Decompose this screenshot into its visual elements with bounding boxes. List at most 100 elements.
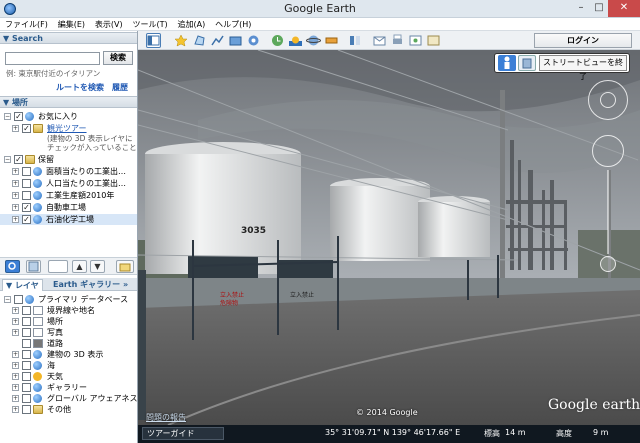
expand-toggle[interactable]: − [4,156,11,163]
path-icon[interactable] [210,33,225,48]
expand-toggle[interactable]: + [12,329,19,336]
gallery-more-icon[interactable]: » [120,279,131,291]
planets-icon[interactable] [306,33,321,48]
expand-toggle[interactable]: − [4,296,11,303]
look-center-icon[interactable] [600,92,616,108]
pegman-icon[interactable] [498,55,516,71]
checkbox-checked-icon[interactable]: ✓ [14,112,23,121]
tab-earth-gallery[interactable]: Earth ギャラリー [50,279,123,291]
checkbox-unchecked-icon[interactable] [14,295,23,304]
expand-toggle[interactable]: + [12,180,19,187]
checkbox-unchecked-icon[interactable] [22,306,31,315]
menu-tools[interactable]: ツール(T) [130,18,169,31]
expand-toggle[interactable]: + [12,125,19,132]
checkbox-unchecked-icon[interactable] [22,328,31,337]
move-joystick[interactable] [592,135,624,167]
view-in-maps-icon[interactable] [408,33,423,48]
layers-item-borders[interactable]: + 境界線や地名 [0,305,137,316]
layers-item-global-awareness[interactable]: + グローバル アウェアネス [0,393,137,404]
expand-toggle[interactable]: + [12,216,19,223]
maximize-button[interactable]: □ [590,0,608,17]
close-button[interactable]: ✕ [608,0,640,17]
search-input[interactable] [5,52,100,65]
search-panel-header[interactable]: ▼ Search [0,32,137,44]
checkbox-unchecked-icon[interactable] [22,317,31,326]
checkbox-checked-icon[interactable]: ✓ [14,155,23,164]
image-overlay-icon[interactable] [228,33,243,48]
menu-add[interactable]: 追加(A) [176,18,208,31]
search-places-icon[interactable] [5,260,20,273]
layers-item-3d-buildings[interactable]: + 建物の 3D 表示 [0,349,137,360]
split-panel-icon[interactable] [26,260,41,273]
zoom-slider[interactable] [607,170,609,254]
expand-toggle[interactable]: + [12,307,19,314]
search-button[interactable]: 検索 [103,51,133,65]
checkbox-unchecked-icon[interactable] [22,167,31,176]
checkbox-unchecked-icon[interactable] [22,350,31,359]
tab-layers[interactable]: ▼ レイヤ [2,279,43,291]
layers-item-more[interactable]: + その他 [0,404,137,415]
exit-street-view-button[interactable]: ストリートビューを終了 [539,55,627,81]
menu-edit[interactable]: 編集(E) [56,18,87,31]
checkbox-checked-icon[interactable]: ✓ [22,215,31,224]
menu-help[interactable]: ヘルプ(H) [213,18,253,31]
ground-view-icon[interactable] [518,55,536,71]
layers-item-places[interactable]: + 場所 [0,316,137,327]
checkbox-checked-icon[interactable]: ✓ [22,203,31,212]
layers-item-photos[interactable]: + 写真 [0,327,137,338]
route-search-link[interactable]: ルートを検索 [56,82,104,93]
expand-toggle[interactable]: − [4,113,11,120]
report-problem-link[interactable]: 問題の報告 [146,412,186,423]
places-item-industry-output-2010[interactable]: + 工業生産額2010年 [0,190,137,201]
menu-view[interactable]: 表示(V) [93,18,125,31]
login-button[interactable]: ログイン [534,33,632,48]
checkbox-unchecked-icon[interactable] [22,361,31,370]
layers-item-weather[interactable]: + 天気 [0,371,137,382]
checkbox-unchecked-icon[interactable] [22,372,31,381]
folder-add-icon[interactable] [116,260,134,273]
checkbox-unchecked-icon[interactable] [22,394,31,403]
expand-toggle[interactable]: + [12,192,19,199]
layers-item-ocean[interactable]: + 海 [0,360,137,371]
checkbox-unchecked-icon[interactable] [22,191,31,200]
checkbox-unchecked-icon[interactable] [22,405,31,414]
tour-record-icon[interactable] [246,33,261,48]
places-item-petrochemical-plants[interactable]: + ✓ 石油化学工場 [0,214,137,225]
earth-3d-view[interactable] [138,50,640,425]
expand-toggle[interactable]: + [12,362,19,369]
expand-toggle[interactable]: + [12,168,19,175]
layers-item-gallery[interactable]: + ギャラリー [0,382,137,393]
layers-item-roads[interactable]: 道路 [0,338,137,349]
places-item-auto-factories[interactable]: + ✓ 自動車工場 [0,202,137,213]
maps-view-icon[interactable] [426,33,441,48]
checkbox-unchecked-icon[interactable] [22,179,31,188]
move-down-button[interactable]: ▼ [90,260,105,273]
places-item-favorites[interactable]: − ✓ お気に入り [0,111,137,122]
save-image-icon[interactable] [390,33,405,48]
checkbox-unchecked-icon[interactable] [22,383,31,392]
layers-item-primary-database[interactable]: − プライマリ データベース [0,294,137,305]
expand-toggle[interactable]: + [12,406,19,413]
expand-toggle[interactable]: + [12,318,19,325]
checkbox-checked-icon[interactable]: ✓ [22,124,31,133]
move-up-button[interactable]: ▲ [72,260,87,273]
menu-file[interactable]: ファイル(F) [3,18,50,31]
expand-toggle[interactable]: + [12,351,19,358]
print-icon[interactable] [372,33,387,48]
historical-imagery-icon[interactable] [270,33,285,48]
places-filter-input[interactable] [48,260,68,273]
zoom-in-icon[interactable] [600,256,616,272]
checkbox-unchecked-icon[interactable] [22,339,31,348]
expand-toggle[interactable]: + [12,204,19,211]
minimize-button[interactable]: – [572,0,590,17]
places-item-industry-per-capita[interactable]: + 人口当たりの工業出… [0,178,137,189]
ruler-icon[interactable] [324,33,339,48]
sun-icon[interactable] [288,33,303,48]
expand-toggle[interactable]: + [12,384,19,391]
history-link[interactable]: 履歴 [112,82,128,93]
places-panel-header[interactable]: ▼ 場所 [0,96,137,108]
places-item-industry-per-area[interactable]: + 面積当たりの工業出… [0,166,137,177]
expand-toggle[interactable]: + [12,373,19,380]
places-item-pending[interactable]: − ✓ 保留 [0,154,137,165]
polygon-icon[interactable] [192,33,207,48]
